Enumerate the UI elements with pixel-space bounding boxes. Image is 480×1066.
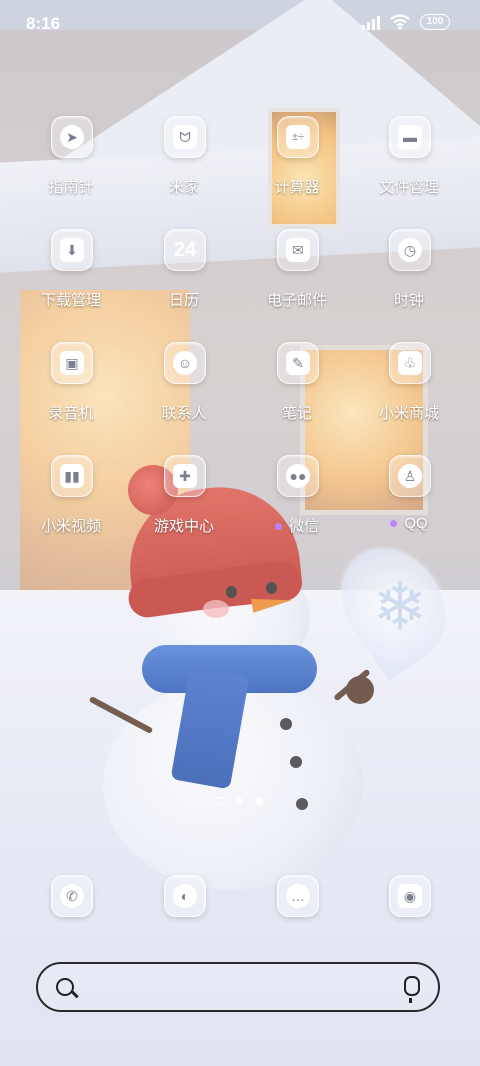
app-compass[interactable]: ➤ 指南针 (15, 116, 127, 216)
app-label: 指南针 (48, 179, 94, 196)
dock-browser[interactable]: ◐ (128, 875, 240, 975)
app-email[interactable]: ✉ 电子邮件 (241, 229, 353, 329)
mail-icon: ✉ (277, 229, 319, 271)
calculator-icon: ±÷ (277, 116, 319, 158)
app-label: 微信 (241, 515, 353, 536)
dock-camera[interactable]: ◉ (353, 875, 465, 975)
notification-dot (274, 522, 282, 530)
compass-icon: ➤ (51, 116, 93, 158)
clock-icon: ◷ (389, 229, 431, 271)
search-bar[interactable] (36, 962, 440, 1012)
app-label: 计算器 (274, 179, 320, 196)
messages-icon: … (277, 875, 319, 917)
page-dot (235, 797, 243, 805)
app-calendar[interactable]: 24 日历 (128, 229, 240, 329)
gamepad-icon: ✚ (164, 455, 206, 497)
status-icons: 100 (362, 14, 450, 30)
app-notes[interactable]: ✎ 笔记 (241, 342, 353, 442)
dock-phone[interactable]: ✆ (15, 875, 127, 975)
battery-icon: 100 (420, 14, 450, 30)
app-downloads[interactable]: ⬇ 下载管理 (15, 229, 127, 329)
app-label: 下载管理 (40, 292, 101, 309)
video-icon: ▮▮ (51, 455, 93, 497)
microphone-icon[interactable] (404, 976, 420, 1003)
app-label: QQ (353, 515, 465, 532)
app-mi-video[interactable]: ▮▮ 小米视频 (15, 455, 127, 555)
app-label: 联系人 (161, 405, 207, 422)
app-label: 笔记 (281, 405, 312, 422)
camera-icon: ◉ (389, 875, 431, 917)
app-calculator[interactable]: ±÷ 计算器 (241, 116, 353, 216)
app-label: 电子邮件 (266, 292, 327, 309)
app-game-center[interactable]: ✚ 游戏中心 (128, 455, 240, 555)
signal-icon (362, 14, 380, 30)
app-mijia[interactable]: ᗢ 米家 (128, 116, 240, 216)
search-input[interactable] (88, 976, 392, 1002)
status-time: 8:16 (26, 14, 61, 33)
app-contacts[interactable]: ☺ 联系人 (128, 342, 240, 442)
app-label: 小米视频 (40, 518, 101, 535)
notes-icon: ✎ (277, 342, 319, 384)
contacts-icon: ☺ (164, 342, 206, 384)
app-recorder[interactable]: ▣ 录音机 (15, 342, 127, 442)
app-label: 游戏中心 (153, 518, 214, 535)
qq-icon: ♙ (389, 455, 431, 497)
app-wechat[interactable]: ●● 微信 (241, 455, 353, 555)
app-label: 录音机 (48, 405, 94, 422)
wechat-icon: ●● (277, 455, 319, 497)
page-indicator-lines (213, 797, 223, 805)
calendar-icon: 24 (164, 229, 206, 271)
app-label: 时钟 (393, 292, 424, 309)
app-label: 米家 (168, 179, 199, 196)
page-dot-active (255, 797, 263, 805)
page-indicator[interactable] (213, 797, 263, 805)
app-file-manager[interactable]: ▬ 文件管理 (353, 116, 465, 216)
dock-messages[interactable]: … (241, 875, 353, 975)
folder-icon: ▬ (389, 116, 431, 158)
app-label: 文件管理 (378, 179, 439, 196)
wifi-icon (390, 14, 410, 30)
browser-icon: ◐ (164, 875, 206, 917)
recorder-icon: ▣ (51, 342, 93, 384)
app-label-text: QQ (404, 515, 428, 532)
calendar-date: 24 (173, 238, 197, 261)
download-icon: ⬇ (51, 229, 93, 271)
app-label: 小米商城 (378, 405, 439, 422)
mijia-icon: ᗢ (164, 116, 206, 158)
app-label-text: 微信 (288, 518, 319, 535)
app-qq[interactable]: ♙ QQ (353, 455, 465, 555)
search-icon[interactable] (56, 978, 74, 996)
notification-dot (390, 519, 398, 527)
status-bar: 8:16 100 (0, 0, 480, 50)
shopping-bag-icon: ♧ (389, 342, 431, 384)
app-mi-store[interactable]: ♧ 小米商城 (353, 342, 465, 442)
app-label: 日历 (168, 292, 199, 309)
phone-icon: ✆ (51, 875, 93, 917)
app-clock[interactable]: ◷ 时钟 (353, 229, 465, 329)
